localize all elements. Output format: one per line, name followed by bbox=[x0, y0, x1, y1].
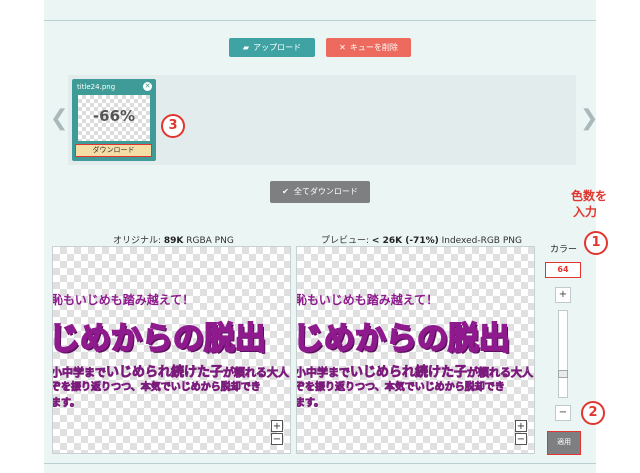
step-2-marker: 2 bbox=[581, 401, 605, 425]
step-3-marker: 3 bbox=[161, 114, 185, 138]
top-divider bbox=[44, 20, 596, 21]
chevron-left-icon[interactable]: ❮ bbox=[50, 108, 68, 130]
step-1-marker: 1 bbox=[584, 231, 608, 255]
upload-button[interactable]: ▰ アップロード bbox=[229, 38, 315, 57]
color-count-label: カラー bbox=[550, 245, 578, 255]
apply-button[interactable]: 適用 bbox=[547, 431, 581, 455]
chevron-right-icon[interactable]: ❯ bbox=[580, 108, 598, 130]
color-count-input[interactable]: 64 bbox=[545, 262, 581, 278]
queue-item[interactable]: title24.png ✕ -66% ダウンロード bbox=[72, 79, 156, 161]
remove-file-icon[interactable]: ✕ bbox=[143, 82, 152, 91]
increase-colors-button[interactable]: + bbox=[555, 287, 571, 303]
thumbnail-image: -66% bbox=[78, 95, 150, 141]
zoom-out-button[interactable]: − bbox=[515, 433, 527, 445]
zoom-in-button[interactable]: + bbox=[515, 420, 527, 432]
decrease-colors-button[interactable]: − bbox=[555, 405, 571, 421]
close-icon: ✕ bbox=[339, 43, 346, 52]
clear-queue-button[interactable]: ✕ キューを削除 bbox=[326, 38, 411, 57]
preview-caption: プレビュー: < 26K (-71%) Indexed-RGB PNG bbox=[321, 236, 522, 246]
preview-image-view[interactable]: 恥もいじめも踏み越えて！ じめからの脱出 小中学までいじめられ続けた子が頼れる大… bbox=[296, 246, 535, 454]
file-name: title24.png bbox=[77, 83, 116, 91]
compression-percent: -66% bbox=[92, 107, 136, 125]
color-count-slider[interactable] bbox=[558, 310, 568, 398]
download-all-button[interactable]: ✔ 全てダウンロード bbox=[270, 181, 370, 203]
zoom-out-button[interactable]: − bbox=[271, 433, 283, 445]
slider-handle[interactable] bbox=[558, 370, 568, 378]
zoom-in-button[interactable]: + bbox=[271, 420, 283, 432]
original-image-view[interactable]: 恥もいじめも踏み越えて！ じめからの脱出 小中学までいじめられ続けた子が頼れる大… bbox=[52, 246, 291, 454]
bottom-divider bbox=[44, 463, 596, 464]
annotation-note: 色数を 入力 bbox=[571, 189, 608, 219]
original-caption: オリジナル: 89K RGBA PNG bbox=[113, 236, 234, 246]
check-icon: ✔ bbox=[282, 187, 289, 196]
download-button[interactable]: ダウンロード bbox=[75, 144, 152, 157]
folder-icon: ▰ bbox=[242, 43, 250, 52]
